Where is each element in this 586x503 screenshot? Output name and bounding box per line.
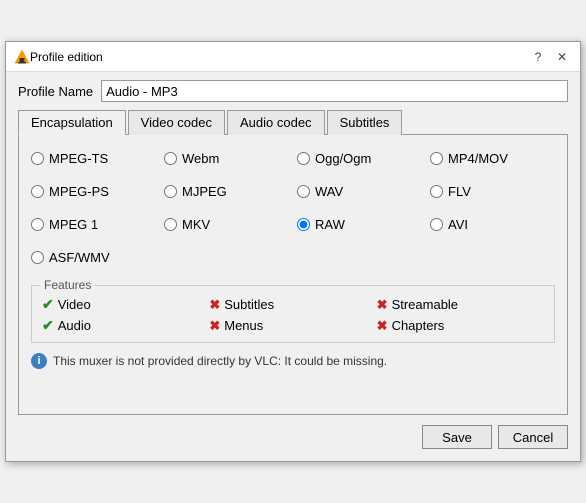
info-message: This muxer is not provided directly by V… — [53, 354, 387, 368]
button-row: Save Cancel — [18, 425, 568, 449]
x-icon: ✖ — [377, 297, 388, 313]
title-bar: Profile edition ? ✕ — [6, 42, 580, 72]
radio-wav[interactable]: WAV — [297, 184, 422, 199]
radio-webm[interactable]: Webm — [164, 151, 289, 166]
feature-chapters: ✖ Chapters — [377, 317, 544, 334]
features-section: Features ✔ Video ✖ Subtitles ✖ Streamabl… — [31, 285, 555, 343]
profile-name-input[interactable] — [101, 80, 568, 102]
features-grid: ✔ Video ✖ Subtitles ✖ Streamable ✔ Audio — [42, 296, 544, 334]
radio-mjpeg[interactable]: MJPEG — [164, 184, 289, 199]
feature-subtitles: ✖ Subtitles — [209, 296, 376, 313]
radio-ogg-ogm[interactable]: Ogg/Ogm — [297, 151, 422, 166]
feature-streamable: ✖ Streamable — [377, 296, 544, 313]
radio-raw[interactable]: RAW — [297, 217, 422, 232]
dialog: Profile edition ? ✕ Profile Name Encapsu… — [5, 41, 581, 462]
cancel-button[interactable]: Cancel — [498, 425, 568, 449]
radio-mkv[interactable]: MKV — [164, 217, 289, 232]
encapsulation-options: MPEG-TS Webm Ogg/Ogm MP4/MOV MPEG-P — [31, 151, 555, 265]
feature-video: ✔ Video — [42, 296, 209, 313]
radio-flv[interactable]: FLV — [430, 184, 555, 199]
dialog-content: Profile Name Encapsulation Video codec A… — [6, 72, 580, 461]
tabs: Encapsulation Video codec Audio codec Su… — [18, 110, 568, 135]
radio-mpeg-ts[interactable]: MPEG-TS — [31, 151, 156, 166]
vlc-icon — [14, 49, 30, 65]
close-button[interactable]: ✕ — [552, 47, 572, 67]
feature-menus: ✖ Menus — [209, 317, 376, 334]
info-row: i This muxer is not provided directly by… — [31, 353, 555, 369]
save-button[interactable]: Save — [422, 425, 492, 449]
info-icon: i — [31, 353, 47, 369]
tab-content-encapsulation: MPEG-TS Webm Ogg/Ogm MP4/MOV MPEG-P — [18, 135, 568, 415]
help-button[interactable]: ? — [528, 47, 548, 67]
profile-name-label: Profile Name — [18, 84, 93, 99]
tab-subtitles[interactable]: Subtitles — [327, 110, 403, 135]
x-icon: ✖ — [209, 318, 220, 334]
tab-audio-codec[interactable]: Audio codec — [227, 110, 325, 135]
check-icon: ✔ — [42, 317, 54, 334]
check-icon: ✔ — [42, 296, 54, 313]
dialog-title: Profile edition — [30, 50, 528, 64]
radio-mpeg-ps[interactable]: MPEG-PS — [31, 184, 156, 199]
profile-name-row: Profile Name — [18, 80, 568, 102]
x-icon: ✖ — [209, 297, 220, 313]
feature-audio: ✔ Audio — [42, 317, 209, 334]
features-title: Features — [40, 278, 95, 292]
radio-avi[interactable]: AVI — [430, 217, 555, 232]
radio-mpeg1[interactable]: MPEG 1 — [31, 217, 156, 232]
title-bar-controls: ? ✕ — [528, 47, 572, 67]
x-icon: ✖ — [377, 318, 388, 334]
tab-video-codec[interactable]: Video codec — [128, 110, 225, 135]
radio-asf-wmv[interactable]: ASF/WMV — [31, 250, 156, 265]
radio-mp4-mov[interactable]: MP4/MOV — [430, 151, 555, 166]
tab-encapsulation[interactable]: Encapsulation — [18, 110, 126, 135]
